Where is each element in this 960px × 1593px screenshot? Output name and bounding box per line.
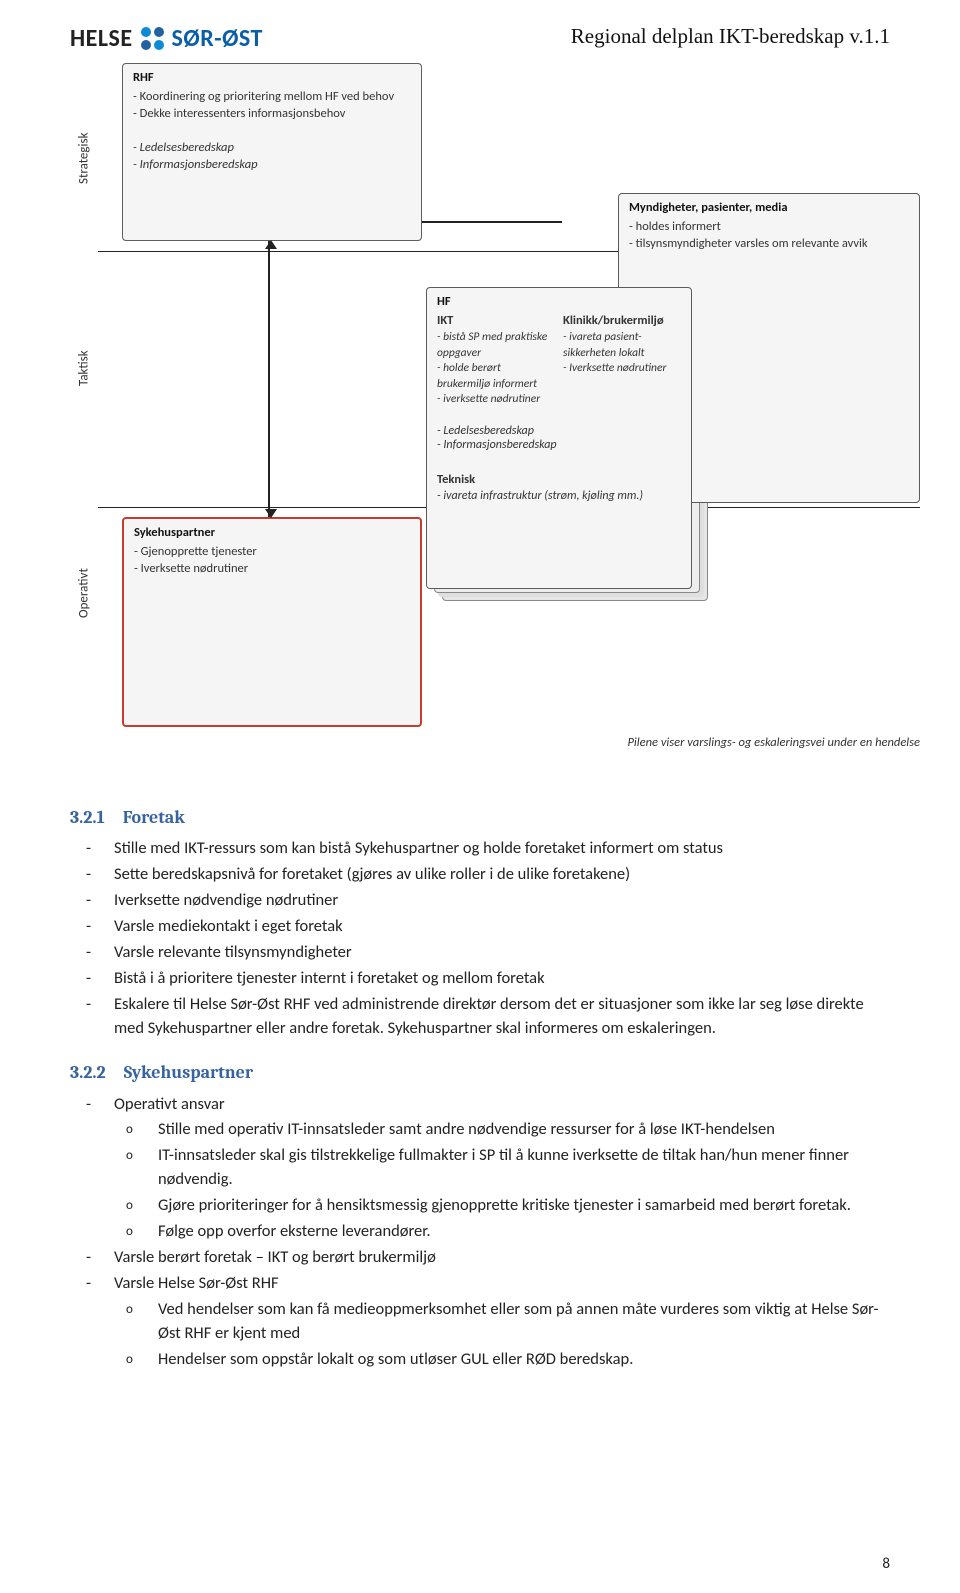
section-322-top: Operativt ansvar <box>70 1093 890 1117</box>
axis-taktisk: Taktisk <box>70 253 98 483</box>
hf-ikt-line: - iverksette nødrutiner <box>437 392 555 408</box>
rhf-line: - Dekke interessenters informasjonsbehov <box>133 106 411 123</box>
list-item: Ved hendelser som kan få medieoppmerksom… <box>158 1298 890 1346</box>
axis-strategisk: Strategisk <box>70 63 98 253</box>
section-322-varsle-list: Ved hendelser som kan få medieoppmerksom… <box>70 1298 890 1372</box>
list-item: Varsle Helse Sør-Øst RHF <box>114 1272 890 1296</box>
section-321-list: Stille med IKT-ressurs som kan bistå Syk… <box>70 837 890 1040</box>
hf-ikt-line: - bistå SP med praktiske oppgaver <box>437 330 555 361</box>
rhf-line: - Koordinering og prioritering mellom HF… <box>133 89 411 106</box>
list-item: Hendelser som oppstår lokalt og som utlø… <box>158 1348 890 1372</box>
list-item: Varsle mediekontakt i eget foretak <box>114 915 890 939</box>
box-sykehuspartner: Sykehuspartner - Gjenopprette tjenester … <box>122 517 422 727</box>
sp-line: - Gjenopprette tjenester <box>134 544 410 561</box>
diagram: Strategisk Taktisk Operativt RHF - Koord… <box>70 63 890 763</box>
section-322-heading: 3.2.2 Sykehuspartner <box>70 1058 890 1086</box>
logo-text-sorost: SØR-ØST <box>172 24 263 53</box>
list-item: Bistå i å prioritere tjenester internt i… <box>114 967 890 991</box>
box-rhf-title: RHF <box>123 64 421 85</box>
list-item: IT-innsatsleder skal gis tilstrekkelige … <box>158 1144 890 1192</box>
box-rhf: RHF - Koordinering og prioritering mello… <box>122 63 422 241</box>
section-322-mid: Varsle berørt foretak – IKT og berørt br… <box>70 1246 890 1296</box>
page-number: 8 <box>882 1555 890 1573</box>
connector-rhf-mynd <box>422 221 562 223</box>
list-item: Varsle relevante tilsynsmyndigheter <box>114 941 890 965</box>
arrow-rhf-sp <box>268 241 270 517</box>
list-item: Følge opp overfor eksterne leverandører. <box>158 1220 890 1244</box>
list-item: Iverksette nødvendige nødrutiner <box>114 889 890 913</box>
box-mynd-title: Myndigheter, pasienter, media <box>619 194 919 215</box>
list-item: Stille med IKT-ressurs som kan bistå Syk… <box>114 837 890 861</box>
rhf-line: - Ledelsesberedskap <box>133 140 411 157</box>
hf-lower-line: - Informasjonsberedskap <box>437 438 681 452</box>
box-sp-title: Sykehuspartner <box>124 519 420 540</box>
list-item: Gjøre prioriteringer for å hensiktsmessi… <box>158 1194 890 1218</box>
hf-col-klinikk-title: Klinikk/brukermiljø <box>563 309 681 330</box>
hf-teknisk-title: Teknisk <box>427 454 691 487</box>
diagram-axis-labels: Strategisk Taktisk Operativt <box>70 63 98 763</box>
document-title: Regional delplan IKT-beredskap v.1.1 <box>571 24 890 49</box>
sp-line: - Iverksette nødrutiner <box>134 561 410 578</box>
hf-klinikk-line: - ivareta pasient-sikkerheten lokalt <box>563 330 681 361</box>
section-321-title: Foretak <box>123 807 185 828</box>
section-322-op-list: Stille med operativ IT-innsatsleder samt… <box>70 1118 890 1244</box>
section-322-num: 3.2.2 <box>70 1062 106 1083</box>
axis-operativt: Operativt <box>70 483 98 703</box>
hf-ikt-line: - holde berørt brukermiljø informert <box>437 361 555 392</box>
list-item: Sette beredskapsnivå for foretaket (gjør… <box>114 863 890 887</box>
hf-lower-line: - Ledelsesberedskap <box>437 424 681 438</box>
logo-dots-icon <box>141 27 164 50</box>
section-322-title: Sykehuspartner <box>124 1062 253 1083</box>
section-321-heading: 3.2.1 Foretak <box>70 803 890 831</box>
diagram-footnote: Pilene viser varslings- og eskaleringsve… <box>627 735 920 750</box>
mynd-line: - tilsynsmyndigheter varsles om relevant… <box>629 236 909 253</box>
list-item: Operativt ansvar <box>114 1093 890 1117</box>
mynd-line: - holdes informert <box>629 219 909 236</box>
box-hf-title: HF <box>427 288 691 309</box>
list-item: Eskalere til Helse Sør-Øst RHF ved admin… <box>114 993 890 1041</box>
hf-teknisk-body: - ivareta infrastruktur (strøm, kjøling … <box>427 487 691 511</box>
section-321-num: 3.2.1 <box>70 807 105 828</box>
rhf-line: - Informasjonsberedskap <box>133 157 411 174</box>
body-text: 3.2.1 Foretak Stille med IKT-ressurs som … <box>70 803 890 1372</box>
page-header: HELSE SØR-ØST Regional delplan IKT-bered… <box>70 24 890 53</box>
hf-col-ikt-title: IKT <box>437 309 555 330</box>
list-item: Stille med operativ IT-innsatsleder samt… <box>158 1118 890 1142</box>
logo: HELSE SØR-ØST <box>70 24 263 53</box>
list-item: Varsle berørt foretak – IKT og berørt br… <box>114 1246 890 1270</box>
logo-text-helse: HELSE <box>70 24 133 53</box>
box-hf: HF IKT - bistå SP med praktiske oppgaver… <box>426 287 692 589</box>
hf-klinikk-line: - Iverksette nødrutiner <box>563 361 681 377</box>
